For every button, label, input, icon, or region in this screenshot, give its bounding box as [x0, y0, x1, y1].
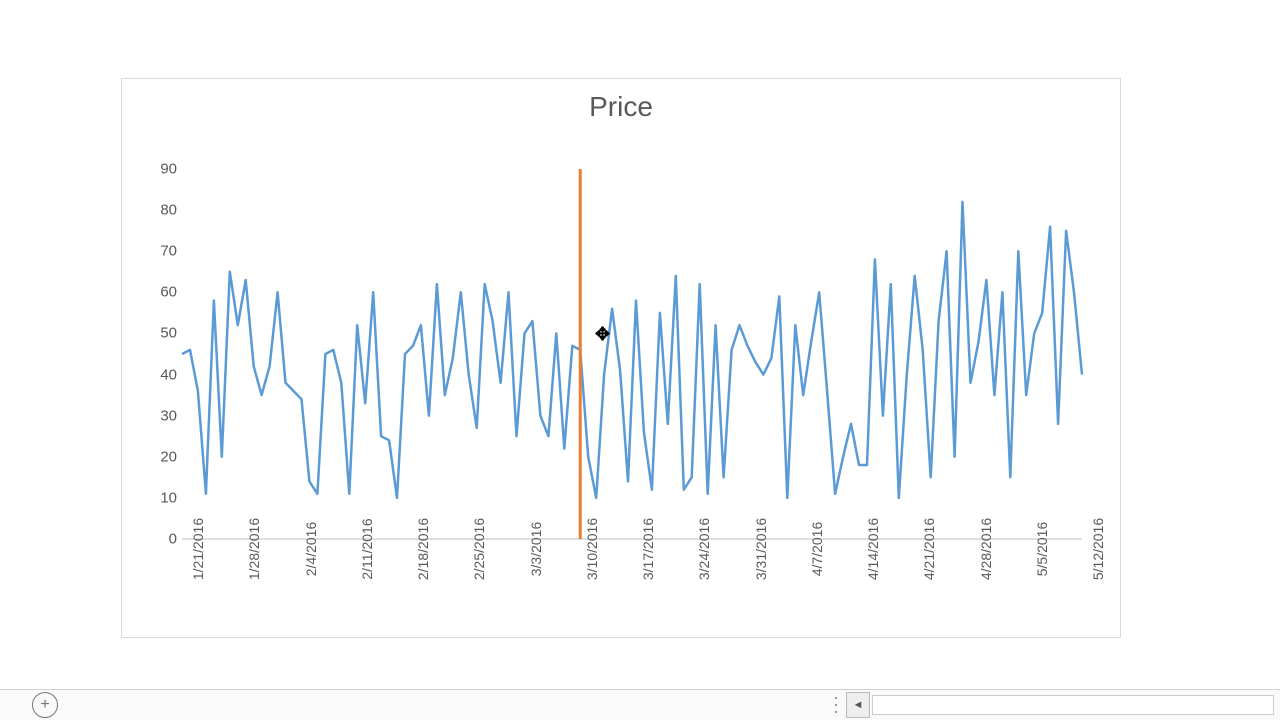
- y-axis-tick-label: 60: [137, 284, 177, 301]
- y-axis-tick-label: 90: [137, 161, 177, 178]
- x-axis-tick-label: 3/10/2016: [584, 518, 600, 580]
- x-axis-tick-label: 2/25/2016: [471, 518, 487, 580]
- x-axis-tick-label: 3/24/2016: [696, 518, 712, 580]
- x-axis-tick-label: 4/14/2016: [865, 518, 881, 580]
- y-axis-tick-label: 70: [137, 243, 177, 260]
- price-series-line: [182, 202, 1082, 498]
- plot-area[interactable]: ✥ 01020304050607080901/21/20161/28/20162…: [182, 169, 1082, 539]
- y-axis-tick-label: 40: [137, 366, 177, 383]
- y-axis-tick-label: 10: [137, 489, 177, 506]
- x-axis-tick-label: 5/5/2016: [1034, 522, 1050, 577]
- x-axis-tick-label: 2/11/2016: [359, 518, 375, 579]
- x-axis-tick-label: 1/21/2016: [190, 518, 206, 580]
- status-bar: + ◄: [0, 689, 1280, 720]
- chart-container[interactable]: Price ✥ 01020304050607080901/21/20161/28…: [121, 78, 1121, 638]
- y-axis-tick-label: 30: [137, 407, 177, 424]
- horizontal-scrollbar[interactable]: [872, 695, 1274, 715]
- x-axis-tick-label: 3/31/2016: [753, 518, 769, 580]
- chart-title: Price: [122, 91, 1120, 123]
- add-sheet-button[interactable]: +: [32, 692, 58, 718]
- x-axis-tick-label: 4/7/2016: [809, 522, 825, 577]
- x-axis-tick-label: 3/17/2016: [640, 518, 656, 580]
- x-axis-tick-label: 2/18/2016: [415, 518, 431, 580]
- line-chart-svg: [182, 169, 1082, 539]
- x-axis-tick-label: 2/4/2016: [303, 522, 319, 577]
- scroll-grip[interactable]: [832, 695, 840, 715]
- x-axis-tick-label: 5/12/2016: [1090, 518, 1106, 580]
- x-axis-tick-label: 3/3/2016: [528, 522, 544, 577]
- x-axis-tick-label: 4/28/2016: [978, 518, 994, 580]
- y-axis-tick-label: 0: [137, 531, 177, 548]
- scroll-left-button[interactable]: ◄: [846, 692, 870, 718]
- move-cursor-icon: ✥: [595, 324, 610, 345]
- x-axis-tick-label: 1/28/2016: [246, 518, 262, 580]
- y-axis-tick-label: 50: [137, 325, 177, 342]
- y-axis-tick-label: 20: [137, 448, 177, 465]
- y-axis-tick-label: 80: [137, 202, 177, 219]
- x-axis-tick-label: 4/21/2016: [921, 518, 937, 580]
